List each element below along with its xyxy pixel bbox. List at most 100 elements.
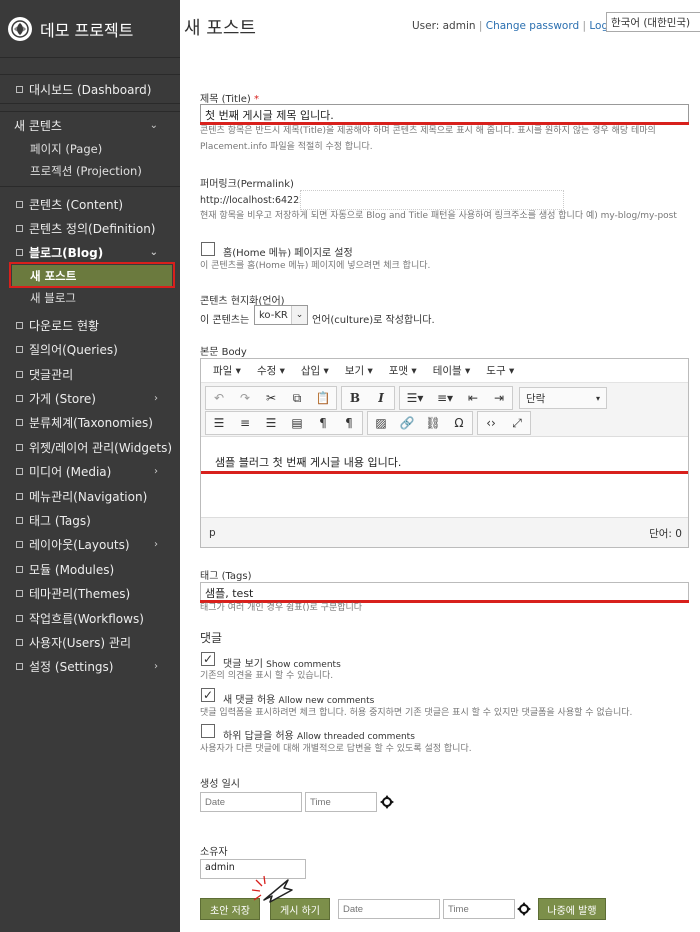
unlink-icon[interactable]: ⛓ <box>420 412 446 434</box>
sidebar-item-label: 미디어 (Media) <box>29 465 112 480</box>
undo-icon[interactable]: ↶ <box>206 387 232 409</box>
red-underline <box>201 471 688 474</box>
sidebar-item-media[interactable]: 미디어 (Media) › <box>0 460 180 484</box>
created-label: 생성 일시 <box>200 779 240 790</box>
body-label: 본문 Body <box>200 347 247 358</box>
indent-icon[interactable]: ⇥ <box>486 387 512 409</box>
align-center-icon[interactable]: ≡ <box>232 412 258 434</box>
link-icon[interactable]: 🔗 <box>394 412 420 434</box>
numbered-list-icon[interactable]: ≡▾ <box>430 387 460 409</box>
image-icon[interactable]: ▨ <box>368 412 394 434</box>
bold-icon[interactable]: B <box>342 387 368 409</box>
sidebar-subitem-label: 페이지 (Page) <box>30 142 103 156</box>
sidebar-item-store[interactable]: 가게 (Store) › <box>0 386 180 410</box>
bullet-icon <box>16 370 23 378</box>
sidebar-item-new-content[interactable]: 새 콘텐츠 ⌄ <box>0 112 180 138</box>
ltr-icon[interactable]: ¶ <box>310 412 336 434</box>
threaded-comments-checkbox[interactable] <box>201 724 215 738</box>
title-input[interactable]: 첫 번째 게시글 제목 입니다. <box>200 104 689 124</box>
localization-suffix: 언어(culture)로 작성합니다. <box>312 315 435 326</box>
editor-menu-tools[interactable]: 도구 ▾ <box>486 363 514 378</box>
editor-menu-insert[interactable]: 삽입 ▾ <box>301 363 329 378</box>
paste-icon[interactable]: 📋 <box>310 387 336 409</box>
bullet-icon <box>16 443 23 451</box>
sidebar-item-label: 위젯/레이어 관리(Widgets) <box>29 440 173 455</box>
language-select[interactable]: 한국어 (대한민국) <box>606 12 700 32</box>
sidebar-item-navigation[interactable]: 메뉴관리(Navigation) <box>0 484 180 508</box>
sidebar-item-taxonomies[interactable]: 분류체계(Taxonomies) <box>0 411 180 435</box>
editor-menu-view[interactable]: 보기 ▾ <box>345 363 373 378</box>
sidebar-item-widgets[interactable]: 위젯/레이어 관리(Widgets) <box>0 435 180 459</box>
permalink-input[interactable] <box>300 190 564 210</box>
sidebar-item-settings[interactable]: 설정 (Settings) › <box>0 655 180 679</box>
special-char-icon[interactable]: Ω <box>446 412 472 434</box>
show-comments-checkbox[interactable]: ✓ <box>201 652 215 666</box>
sidebar-subitem-new-blog[interactable]: 새 블로그 <box>0 287 180 309</box>
created-time-input[interactable] <box>305 792 377 812</box>
bullet-icon <box>16 663 23 671</box>
editor-menu-table[interactable]: 테이블 ▾ <box>433 363 471 378</box>
threaded-label-en: Allow threaded comments <box>296 732 415 742</box>
align-right-icon[interactable]: ☰ <box>258 412 284 434</box>
bullet-icon <box>16 249 23 257</box>
bullet-list-icon[interactable]: ☰▾ <box>400 387 430 409</box>
sidebar-subitem-projection[interactable]: 프로젝션 (Projection) <box>0 160 180 182</box>
title-hint-1: 콘텐츠 항목은 반드시 제목(Title)을 제공해야 하며 콘텐츠 제목으로 … <box>200 126 656 136</box>
sidebar-item-downloads[interactable]: 다운로드 현황 <box>0 313 180 337</box>
sidebar-item-modules[interactable]: 모듈 (Modules) <box>0 557 180 581</box>
align-justify-icon[interactable]: ▤ <box>284 412 310 434</box>
sidebar-item-themes[interactable]: 테마관리(Themes) <box>0 581 180 605</box>
publish-later-button[interactable]: 나중에 발행 <box>538 898 606 920</box>
sidebar-item-content-definition[interactable]: 콘텐츠 정의(Definition) <box>0 216 180 240</box>
sidebar-item-label: 태그 (Tags) <box>29 513 91 528</box>
menu-label: 수정 <box>256 365 277 377</box>
outdent-icon[interactable]: ⇤ <box>460 387 486 409</box>
brand[interactable]: 데모 프로젝트 <box>0 0 180 58</box>
move-target-icon[interactable] <box>380 795 394 809</box>
tags-input[interactable]: 샘플, test <box>200 582 689 602</box>
sidebar-item-tags[interactable]: 태그 (Tags) <box>0 508 180 532</box>
sidebar-item-dashboard[interactable]: 대시보드 (Dashboard) <box>0 75 180 103</box>
brand-logo-icon <box>8 16 32 41</box>
block-format-select[interactable]: 단락 ▾ <box>519 387 607 409</box>
threaded-label-text: 하위 답글을 허용 <box>223 731 294 742</box>
title-hint-2: Placement.info 파일을 적절히 수정 합니다. <box>200 142 373 152</box>
owner-input-value: admin <box>205 862 235 873</box>
editor-menu-file[interactable]: 파일 ▾ <box>213 363 241 378</box>
move-target-icon[interactable] <box>517 902 531 916</box>
permalink-prefix: http://localhost:64222/ <box>200 195 309 206</box>
sidebar-item-users[interactable]: 사용자(Users) 관리 <box>0 630 180 654</box>
sidebar-item-comments[interactable]: 댓글관리 <box>0 362 180 386</box>
rtl-icon[interactable]: ¶ <box>336 412 362 434</box>
allow-new-comments-checkbox[interactable]: ✓ <box>201 688 215 702</box>
cut-icon[interactable]: ✂ <box>258 387 284 409</box>
redo-icon[interactable]: ↷ <box>232 387 258 409</box>
fullscreen-icon[interactable]: ⤢ <box>504 412 530 434</box>
sidebar-item-content[interactable]: 콘텐츠 (Content) <box>0 192 180 216</box>
culture-select[interactable]: ko-KR ⌄ <box>254 305 308 325</box>
editor-menu-edit[interactable]: 수정 ▾ <box>257 363 285 378</box>
sidebar-subitem-new-post[interactable]: 새 포스트 <box>12 265 172 288</box>
editor-menu-format[interactable]: 포맷 ▾ <box>389 363 417 378</box>
menu-label: 보기 <box>344 365 365 377</box>
user-label: User: admin <box>412 20 476 32</box>
header: 새 포스트 User: admin | Change password | Lo… <box>180 0 700 50</box>
publish-time-input[interactable] <box>443 899 515 919</box>
sidebar-item-queries[interactable]: 질의어(Queries) <box>0 338 180 362</box>
sidebar-item-label: 레이아웃(Layouts) <box>29 538 130 553</box>
sidebar-subitem-page[interactable]: 페이지 (Page) <box>0 138 180 160</box>
sidebar-item-blog[interactable]: 블로그(Blog) ⌄ <box>0 241 180 265</box>
align-left-icon[interactable]: ☰ <box>206 412 232 434</box>
sidebar-item-label: 모듈 (Modules) <box>29 562 115 577</box>
homepage-checkbox[interactable] <box>201 242 215 256</box>
sidebar-item-layouts[interactable]: 레이아웃(Layouts) › <box>0 533 180 557</box>
change-password-link[interactable]: Change password <box>486 20 579 32</box>
italic-icon[interactable]: I <box>368 387 394 409</box>
copy-icon[interactable]: ⧉ <box>284 387 310 409</box>
created-date-input[interactable] <box>200 792 302 812</box>
code-icon[interactable]: ‹› <box>478 412 504 434</box>
chevron-down-icon: ⌄ <box>149 247 158 259</box>
publish-date-input[interactable] <box>338 899 440 919</box>
editor-body[interactable]: 샘플 블러그 첫 번째 게시글 내용 입니다. <box>201 437 688 517</box>
sidebar-item-workflows[interactable]: 작업흐름(Workflows) <box>0 606 180 630</box>
